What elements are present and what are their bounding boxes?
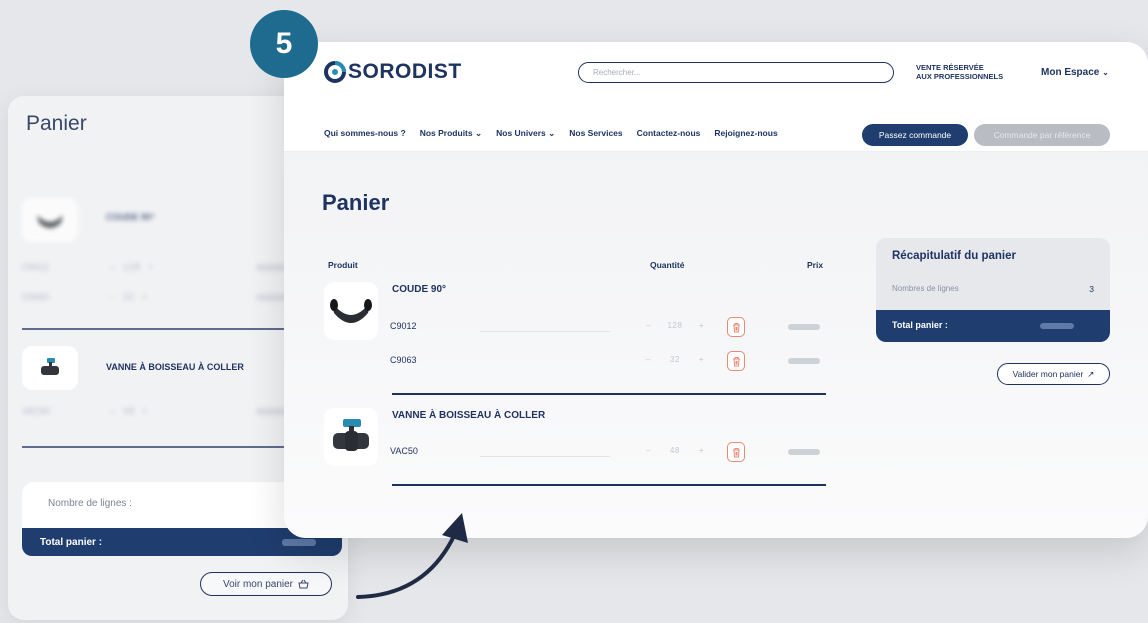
column-header-price: Prix bbox=[807, 260, 824, 270]
summary-lines-count: 3 bbox=[1089, 284, 1094, 294]
quantity-value[interactable]: 128 bbox=[667, 321, 682, 330]
validate-cart-button[interactable]: Valider mon panier ↗ bbox=[997, 363, 1110, 385]
product-image-valve[interactable] bbox=[324, 408, 378, 466]
mobile-product-name: COUDE 90° bbox=[106, 212, 155, 222]
decrement-button[interactable]: – bbox=[646, 446, 651, 455]
arrow-up-right-icon: ↗ bbox=[1087, 368, 1095, 379]
logo-mark-icon bbox=[324, 61, 346, 83]
variant-divider bbox=[480, 456, 610, 457]
page-title: Panier bbox=[322, 190, 390, 215]
summary-lines-label: Nombres de lignes bbox=[892, 284, 959, 293]
desktop-cart-page: SORODIST Rechercher... VENTE RÉSERVÉE AU… bbox=[284, 42, 1148, 538]
place-order-button[interactable]: Passez commande bbox=[862, 124, 968, 146]
product-name[interactable]: VANNE À BOISSEAU À COLLER bbox=[392, 410, 545, 421]
mobile-variant-qty[interactable]: – 48 + bbox=[110, 406, 148, 416]
transition-arrow-icon bbox=[356, 513, 468, 599]
mobile-variant-qty[interactable]: – 128 + bbox=[110, 262, 154, 272]
mobile-cart-title: Panier bbox=[26, 112, 87, 135]
decrement-button[interactable]: – bbox=[646, 355, 651, 364]
trash-icon bbox=[732, 447, 740, 457]
column-header-quantity: Quantité bbox=[650, 260, 685, 270]
summary-total-bar: Total panier : bbox=[876, 310, 1110, 342]
chevron-down-icon: ⌄ bbox=[1102, 68, 1109, 77]
summary-total-value bbox=[1040, 323, 1074, 329]
account-label: Mon Espace bbox=[1041, 67, 1100, 78]
product-divider bbox=[392, 484, 826, 486]
cart-content bbox=[284, 152, 1148, 538]
mobile-total-value bbox=[282, 539, 316, 546]
line-price bbox=[788, 358, 820, 364]
product-image-elbow[interactable] bbox=[324, 282, 378, 340]
product-divider bbox=[392, 393, 826, 395]
chevron-down-icon: ⌄ bbox=[475, 128, 483, 138]
view-cart-button[interactable]: Voir mon panier bbox=[200, 572, 332, 596]
variant-ref: VAC50 bbox=[390, 446, 418, 456]
delete-button[interactable] bbox=[727, 351, 745, 371]
nav-item-about[interactable]: Qui sommes-nous ? bbox=[324, 128, 406, 139]
quantity-value[interactable]: 48 bbox=[670, 446, 680, 455]
mobile-variant-ref: C9012 bbox=[22, 262, 49, 272]
cart-summary: Récapitulatif du panier Nombres de ligne… bbox=[876, 238, 1110, 342]
mobile-variant-ref: C9063 bbox=[22, 292, 49, 302]
nav-item-contact[interactable]: Contactez-nous bbox=[637, 128, 701, 139]
view-cart-label: Voir mon panier bbox=[222, 578, 294, 590]
mobile-product-name: VANNE À BOISSEAU À COLLER bbox=[106, 362, 244, 372]
chevron-down-icon: ⌄ bbox=[548, 128, 556, 138]
decrement-button[interactable]: – bbox=[646, 321, 651, 330]
quantity-stepper[interactable]: – 128 + bbox=[646, 321, 704, 330]
step-badge: 5 bbox=[250, 10, 318, 78]
quantity-stepper[interactable]: – 32 + bbox=[646, 355, 704, 364]
summary-total-label: Total panier : bbox=[892, 320, 948, 330]
pro-notice: VENTE RÉSERVÉE AUX PROFESSIONNELS bbox=[916, 63, 1004, 81]
mobile-total-label: Total panier : bbox=[40, 537, 103, 548]
delete-button[interactable] bbox=[727, 317, 745, 337]
site-logo[interactable]: SORODIST bbox=[324, 60, 462, 84]
delete-button[interactable] bbox=[727, 442, 745, 462]
nav-item-products[interactable]: Nos Produits ⌄ bbox=[420, 128, 482, 139]
trash-icon bbox=[732, 322, 740, 332]
mobile-lines-label: Nombre de lignes : bbox=[48, 498, 132, 509]
account-menu[interactable]: Mon Espace ⌄ bbox=[1041, 67, 1109, 78]
nav-item-join[interactable]: Rejoignez-nous bbox=[714, 128, 777, 139]
variant-ref: C9063 bbox=[390, 355, 417, 365]
nav-item-universes[interactable]: Nos Univers ⌄ bbox=[496, 128, 555, 139]
order-by-reference-button[interactable]: Commande par référence bbox=[974, 124, 1110, 146]
mobile-variant-ref: VAC50 bbox=[22, 406, 50, 416]
logo-text: SORODIST bbox=[348, 60, 462, 83]
mobile-product-image-elbow bbox=[22, 198, 78, 242]
increment-button[interactable]: + bbox=[699, 446, 704, 455]
column-header-product: Produit bbox=[328, 260, 358, 270]
main-nav: Qui sommes-nous ? Nos Produits ⌄ Nos Uni… bbox=[324, 128, 778, 139]
trash-icon bbox=[732, 356, 740, 366]
pro-notice-line2: AUX PROFESSIONNELS bbox=[916, 71, 1004, 81]
summary-title: Récapitulatif du panier bbox=[892, 250, 1016, 262]
basket-icon bbox=[298, 579, 309, 589]
line-price bbox=[788, 324, 820, 330]
validate-cart-label: Valider mon panier bbox=[1012, 369, 1084, 379]
variant-ref: C9012 bbox=[390, 321, 417, 331]
line-price bbox=[788, 449, 820, 455]
mobile-variant-qty[interactable]: – 32 + bbox=[110, 292, 148, 302]
increment-button[interactable]: + bbox=[699, 321, 704, 330]
product-name[interactable]: COUDE 90° bbox=[392, 284, 446, 295]
quantity-stepper[interactable]: – 48 + bbox=[646, 446, 704, 455]
mobile-product-image-valve bbox=[22, 346, 78, 390]
search-input[interactable]: Rechercher... bbox=[578, 62, 894, 83]
variant-divider bbox=[480, 331, 610, 332]
increment-button[interactable]: + bbox=[699, 355, 704, 364]
nav-item-services[interactable]: Nos Services bbox=[569, 128, 622, 139]
quantity-value[interactable]: 32 bbox=[670, 355, 680, 364]
